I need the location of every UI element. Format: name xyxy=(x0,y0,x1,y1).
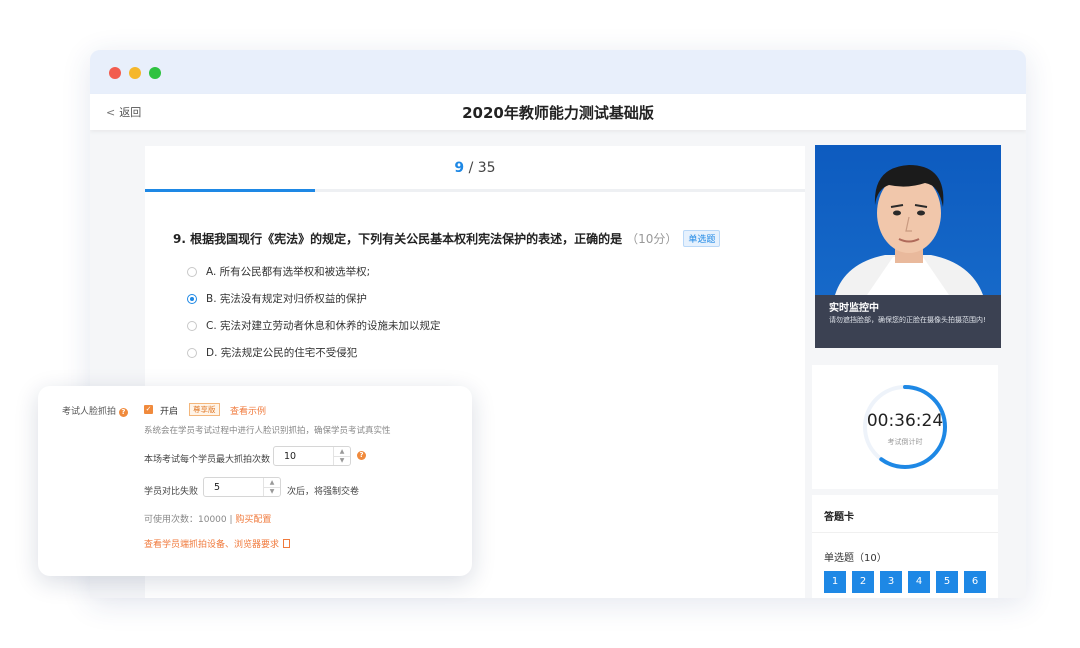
setting-label: 考试人脸抓拍 ? xyxy=(62,404,128,417)
help-icon[interactable]: ? xyxy=(118,408,128,417)
buy-config-link[interactable]: 购买配置 xyxy=(235,515,271,525)
question-number-button[interactable]: 3 xyxy=(880,571,902,593)
monitor-title: 实时监控中 xyxy=(829,303,879,314)
radio-button-selected[interactable] xyxy=(187,294,197,304)
maximize-window-button[interactable] xyxy=(149,67,161,79)
option-label: A. 所有公民都有选举权和被选举权; xyxy=(206,266,371,278)
countdown-panel: 00:36:24 考试倒计时 xyxy=(812,365,998,489)
decrement-icon[interactable]: ▼ xyxy=(264,487,280,496)
title-bar xyxy=(90,50,1026,94)
answer-card: 答题卡 单选题（10） 1 2 3 4 5 6 xyxy=(812,495,998,598)
question-progress: 9 / 35 xyxy=(145,160,805,176)
requirements-link[interactable]: 查看学员端抓拍设备、浏览器要求 xyxy=(144,537,291,550)
fail-compare-value: 5 xyxy=(214,482,221,493)
fail-compare-label: 学员对比失败 xyxy=(144,487,199,497)
progress-bar xyxy=(145,189,805,192)
question-type-badge: 单选题 xyxy=(683,230,721,247)
person-portrait-icon xyxy=(835,165,983,295)
option-a[interactable]: A. 所有公民都有选举权和被选举权; xyxy=(187,264,370,279)
setting-label-text: 考试人脸抓拍 xyxy=(62,407,117,417)
face-photo xyxy=(815,145,1001,295)
question-number-button[interactable]: 6 xyxy=(964,571,986,593)
question-number-button[interactable]: 5 xyxy=(936,571,958,593)
monitor-notice: 实时监控中 请勿遮挡脸部，确保您的正脸在摄像头拍摄范围内! xyxy=(815,295,1001,348)
app-header: < 返回 2020年教师能力测试基础版 xyxy=(90,94,1026,130)
monitor-description: 请勿遮挡脸部，确保您的正脸在摄像头拍摄范围内! xyxy=(829,316,986,324)
option-label: C. 宪法对建立劳动者休息和休养的设施未加以规定 xyxy=(206,320,441,332)
stepper-arrows: ▲ ▼ xyxy=(333,447,350,465)
close-window-button[interactable] xyxy=(109,67,121,79)
camera-feed: 实时监控中 请勿遮挡脸部，确保您的正脸在摄像头拍摄范围内! xyxy=(815,145,1001,348)
page-title: 2020年教师能力测试基础版 xyxy=(462,104,654,122)
question-text: 9. 根据我国现行《宪法》的规定，下列有关公民基本权利宪法保护的表述，正确的是（… xyxy=(173,230,721,247)
fail-suffix: 次后，将强制交卷 xyxy=(287,487,360,497)
countdown-label: 考试倒计时 xyxy=(887,438,923,446)
help-icon[interactable]: ? xyxy=(357,451,366,460)
enable-label: 开启 xyxy=(160,407,179,417)
decrement-icon[interactable]: ▼ xyxy=(334,456,350,465)
radio-button[interactable] xyxy=(187,321,197,331)
max-capture-label: 本场考试每个学员最大抓拍次数 xyxy=(144,455,271,465)
radio-button[interactable] xyxy=(187,348,197,358)
progress-separator: / xyxy=(464,160,478,176)
face-capture-settings-card: 考试人脸抓拍 ? ✓ 开启 尊享版 查看示例 系统会在学员考试过程中进行人脸识别… xyxy=(38,386,472,576)
countdown-time: 00:36:24 xyxy=(866,411,944,431)
option-label: B. 宪法没有规定对归侨权益的保护 xyxy=(206,293,367,305)
max-capture-stepper[interactable]: 10 ▲ ▼ xyxy=(273,446,351,466)
total-questions: 35 xyxy=(477,160,496,176)
progress-bar-fill xyxy=(145,189,315,192)
option-c[interactable]: C. 宪法对建立劳动者休息和休养的设施未加以规定 xyxy=(187,318,441,333)
question-number-button[interactable]: 1 xyxy=(824,571,846,593)
view-example-link[interactable]: 查看示例 xyxy=(230,404,266,417)
question-number-button[interactable]: 4 xyxy=(908,571,930,593)
question-stem: 9. 根据我国现行《宪法》的规定，下列有关公民基本权利宪法保护的表述，正确的是 xyxy=(173,232,623,246)
document-icon xyxy=(283,539,291,548)
fail-compare-stepper[interactable]: 5 ▲ ▼ xyxy=(203,477,281,497)
radio-button[interactable] xyxy=(187,267,197,277)
question-number-button[interactable]: 2 xyxy=(852,571,874,593)
available-count: 可使用次数：10000 | 购买配置 xyxy=(144,512,271,525)
max-capture-value: 10 xyxy=(284,451,297,462)
available-count-text: 可使用次数：10000 | xyxy=(144,515,233,525)
option-label: D. 宪法规定公民的住宅不受侵犯 xyxy=(206,347,358,359)
option-b[interactable]: B. 宪法没有规定对归侨权益的保护 xyxy=(187,291,367,306)
answer-card-title: 答题卡 xyxy=(824,512,854,523)
minimize-window-button[interactable] xyxy=(129,67,141,79)
answer-card-section: 单选题（10） xyxy=(824,553,887,564)
divider xyxy=(812,532,998,533)
stepper-arrows: ▲ ▼ xyxy=(263,478,280,496)
enable-checkbox[interactable]: ✓ xyxy=(144,405,153,414)
question-score: （10分） xyxy=(626,232,678,246)
option-d[interactable]: D. 宪法规定公民的住宅不受侵犯 xyxy=(187,345,357,360)
premium-badge: 尊享版 xyxy=(189,403,220,416)
current-question-number: 9 xyxy=(454,160,465,176)
requirements-link-text: 查看学员端抓拍设备、浏览器要求 xyxy=(144,540,280,550)
setting-description: 系统会在学员考试过程中进行人脸识别抓拍，确保学员考试真实性 xyxy=(144,426,391,436)
